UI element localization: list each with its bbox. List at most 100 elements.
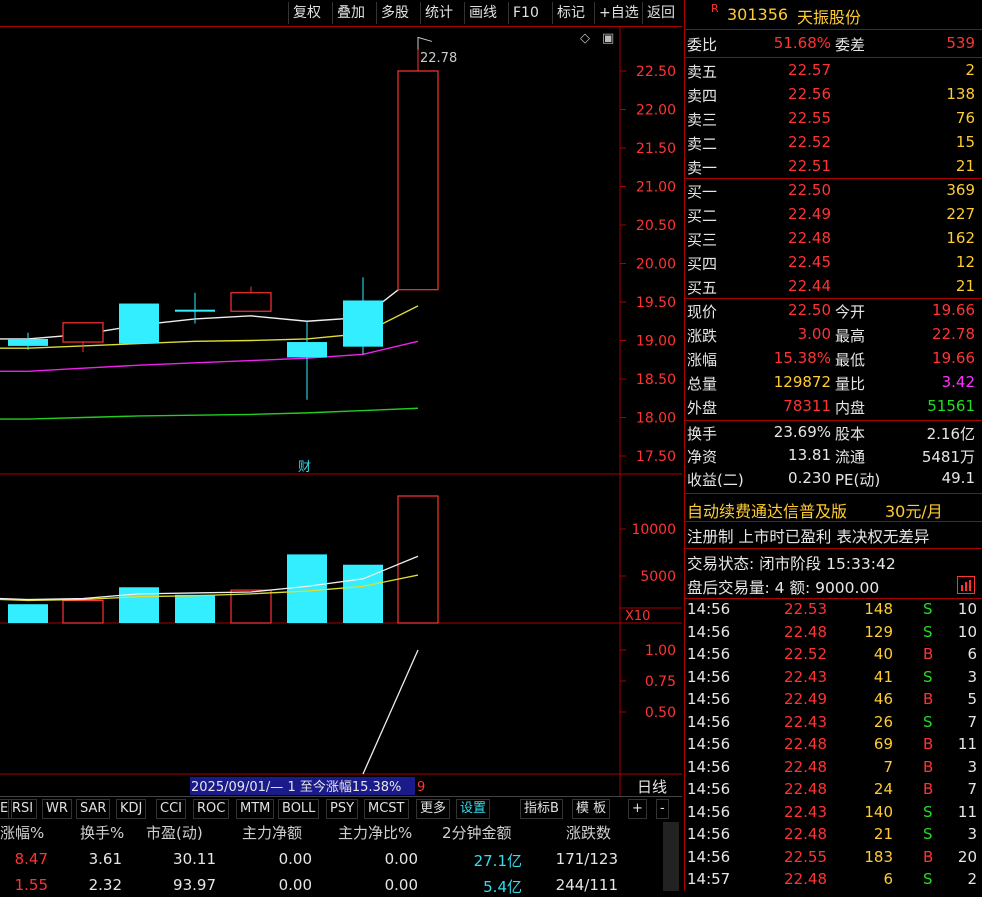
tick-price: 22.55	[784, 847, 827, 866]
col-main-ratio[interactable]: 主力净比%	[338, 822, 412, 843]
tick-price: 22.48	[784, 780, 827, 798]
stat-value: 78311	[783, 397, 831, 415]
toolbar-overlay[interactable]: 叠加	[332, 2, 369, 24]
tick-time: 14:56	[687, 667, 731, 686]
tick-row: 14:56 22.48 24 B 7	[685, 780, 982, 802]
tick-time: 14:56	[687, 780, 731, 798]
quote-stats-2: 换手 23.69% 股本 2.16亿 净资 13.81 流通 5481万 收益(二) 0.230 P…	[685, 422, 982, 494]
col-pe[interactable]: 市盈(动)	[146, 822, 203, 843]
ind-psy[interactable]: PSY	[326, 799, 359, 819]
tick-row: 14:57 22.48 6 S 2	[685, 870, 982, 892]
ind-roc[interactable]: ROC	[193, 799, 230, 819]
candle-body	[287, 342, 327, 358]
bid-price: 22.45	[788, 253, 831, 271]
col-turnover[interactable]: 换手%	[80, 822, 124, 843]
zoom-in-button[interactable]: +	[628, 799, 647, 819]
tick-time: 14:56	[687, 757, 731, 776]
promo-price[interactable]: 30元/月	[885, 498, 943, 522]
toolbar-back[interactable]: 返回	[642, 2, 679, 24]
ind-cci[interactable]: CCI	[156, 799, 186, 819]
ind-wr[interactable]: WR	[42, 799, 72, 819]
col-2min-amount[interactable]: 2分钟金额	[442, 822, 512, 843]
ind-mcst[interactable]: MCST	[364, 799, 409, 819]
bid-level-label: 买二	[687, 207, 718, 225]
stat-label: 最高	[835, 327, 866, 345]
ind-settings[interactable]: 设置	[456, 799, 491, 819]
stat-label: 净资	[687, 448, 718, 466]
volume-bar	[8, 604, 48, 623]
ind-template[interactable]: 模 板	[572, 799, 611, 819]
toolbar-mark[interactable]: 标记	[552, 2, 589, 24]
tick-price: 22.52	[784, 645, 827, 663]
ask-volume: 138	[946, 85, 975, 103]
zoom-out-button[interactable]: -	[656, 799, 669, 819]
stat-value: 13.81	[788, 446, 831, 464]
table-scrollbar[interactable]	[663, 822, 679, 891]
ma-line-green	[0, 407, 419, 420]
tick-count: 7	[967, 712, 977, 731]
col-up-down[interactable]: 涨跌数	[566, 822, 611, 843]
range-label: 2025/09/01/— 1 至今涨幅15.38%	[191, 779, 401, 795]
tick-price: 22.49	[784, 690, 827, 708]
candle-body	[397, 70, 439, 291]
tick-volume: 148	[864, 600, 893, 618]
toolbar-stats[interactable]: 统计	[420, 2, 457, 24]
tick-volume: 24	[873, 780, 893, 798]
tick-price: 22.48	[784, 735, 827, 753]
tick-price: 22.48	[784, 870, 827, 888]
stat-label: PE(动)	[835, 471, 881, 489]
range-suffix: 9	[417, 780, 425, 795]
tick-time: 14:56	[687, 847, 731, 866]
ind-mtm[interactable]: MTM	[236, 799, 275, 819]
stat-value: 23.69%	[773, 423, 831, 441]
ind-more[interactable]: 更多	[416, 799, 451, 819]
finance-marker[interactable]: 财	[298, 460, 311, 475]
tick-side: B	[923, 780, 934, 798]
tick-list[interactable]: 14:56 22.53 148 S 10 14:56 22.48 129 S 10 14:56 22.…	[685, 600, 982, 891]
tick-side: S	[923, 825, 933, 843]
ind-template-b[interactable]: 指标B	[520, 799, 563, 819]
ask-price: 22.55	[788, 109, 831, 127]
toolbar-multi[interactable]: 多股	[376, 2, 413, 24]
toolbar-add-watch[interactable]: +自选	[594, 2, 643, 24]
kline-chart[interactable]: ◇ ▣ 22.50 22.00 21.50 21.00 20.50 20.00 19.50 1…	[0, 26, 682, 796]
ind-boll[interactable]: BOLL	[278, 799, 320, 819]
col-change-pct[interactable]: 涨幅%	[0, 822, 44, 843]
tick-count: 2	[967, 870, 977, 888]
tick-side: B	[923, 847, 934, 866]
window-icon[interactable]: ▣	[602, 31, 614, 46]
col-main-net[interactable]: 主力净额	[242, 822, 302, 843]
ind-sar[interactable]: SAR	[76, 799, 111, 819]
ask-book: 卖五 22.57 2 卖四 22.56 138 卖三 22.55 76 卖二 22.52 15 卖一 22…	[685, 60, 982, 180]
table-row[interactable]: 8.47 3.61 30.11 0.00 0.00 27.1亿 171/123	[0, 848, 660, 870]
tick-row: 14:56 22.43 26 S 7	[685, 713, 982, 735]
diamond-icon[interactable]: ◇	[580, 31, 590, 46]
candle-body	[230, 292, 272, 312]
tick-time: 14:57	[687, 870, 731, 888]
toolbar-fuquan[interactable]: 复权	[288, 2, 325, 24]
table-row[interactable]: 1.55 2.32 93.97 0.00 0.00 5.4亿 244/111	[0, 874, 660, 896]
quote-stats: 现价 22.50 今开 19.66 涨跌 3.00 最高 22.78 涨幅 15.38% 最低 19.…	[685, 300, 982, 420]
tick-volume: 46	[873, 690, 893, 708]
toolbar-f10[interactable]: F10	[508, 2, 543, 24]
tick-side: S	[923, 802, 933, 821]
ask-level-label: 卖三	[687, 111, 718, 129]
period-label[interactable]: 日线	[637, 778, 667, 796]
ind-rsi[interactable]: RSI	[8, 799, 38, 819]
promo-text[interactable]: 自动续费通达信普及版	[687, 498, 847, 522]
tick-time: 14:56	[687, 712, 731, 731]
stat-label: 总量	[687, 375, 718, 393]
tick-row: 14:56 22.43 140 S 11	[685, 803, 982, 825]
bid-level-label: 买三	[687, 231, 718, 249]
candle-body	[119, 303, 159, 344]
stat-label: 股本	[835, 425, 866, 443]
chart-toggle-icon[interactable]	[957, 576, 975, 594]
ind-kdj[interactable]: KDJ	[116, 799, 147, 819]
tick-time: 14:56	[687, 622, 731, 641]
price-tick-label: 18.50	[636, 372, 676, 388]
volume-bar	[62, 599, 104, 624]
registration-note: 注册制 上市时已盈利 表决权无差异	[687, 528, 930, 546]
candle-body	[175, 309, 215, 312]
toolbar-draw[interactable]: 画线	[464, 2, 501, 24]
stock-name: 天振股份	[797, 8, 862, 27]
